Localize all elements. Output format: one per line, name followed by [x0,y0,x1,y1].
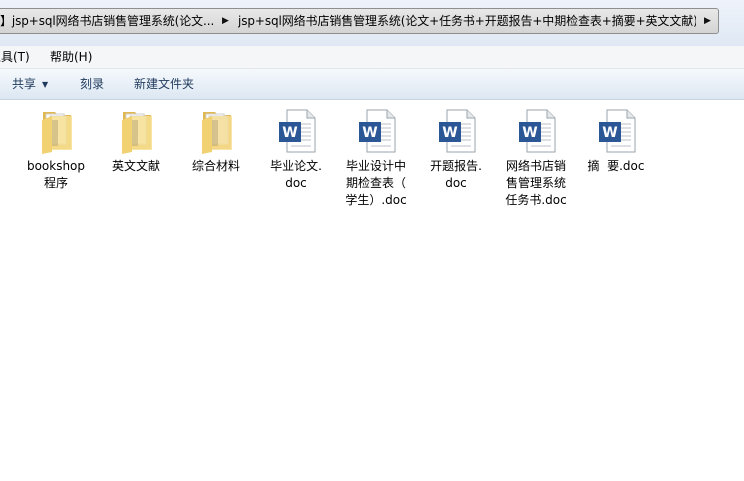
share-button[interactable]: 共享 ▼ [12,69,48,99]
command-bar: 共享 ▼ 刻录 新建文件夹 [0,69,744,100]
folder-icon [31,106,81,156]
dropdown-arrow-icon: ▼ [42,80,49,89]
svg-text:W: W [602,125,617,141]
file-item-midterm-check[interactable]: W 毕业设计中 期检查表（ 学生）.doc [340,106,412,209]
file-name: bookshop 程序 [26,159,86,190]
word-document-icon: W [591,106,641,156]
file-item-proposal[interactable]: W 开题报告. doc [420,106,492,192]
menu-help[interactable]: 帮助(H) [50,46,92,68]
file-name: 摘 要.doc [587,159,645,173]
address-bar: 】jsp+sql网络书店销售管理系统(论文... ▶ jsp+sql网络书店销售… [0,0,744,46]
svg-text:W: W [362,125,377,141]
file-name: 网络书店销 售管理系统 任务书.doc [505,159,567,207]
share-label: 共享 [12,77,37,91]
file-item-english-literature[interactable]: 英文文献 [100,106,172,175]
word-document-icon: W [351,106,401,156]
folder-icon [111,106,161,156]
file-item-abstract[interactable]: W 摘 要.doc [580,106,652,175]
svg-text:W: W [522,125,537,141]
svg-text:W: W [282,125,297,141]
folder-icon [191,106,241,156]
file-name: 英文文献 [111,159,160,173]
svg-text:W: W [442,125,457,141]
file-name: 毕业论文. doc [270,159,322,190]
breadcrumb[interactable]: 】jsp+sql网络书店销售管理系统(论文... ▶ jsp+sql网络书店销售… [0,8,719,34]
breadcrumb-arrow-icon[interactable]: ▶ [222,9,229,33]
new-folder-button[interactable]: 新建文件夹 [134,69,194,99]
file-name: 综合材料 [191,159,240,173]
file-item-thesis[interactable]: W 毕业论文. doc [260,106,332,192]
menu-tools[interactable]: 工具(T) [0,46,30,68]
word-document-icon: W [511,106,561,156]
breadcrumb-segment-current[interactable]: jsp+sql网络书店销售管理系统(论文+任务书+开题报告+中期检查表+摘要+英… [238,9,696,33]
breadcrumb-arrow-icon[interactable]: ▶ [704,9,711,33]
breadcrumb-segment-parent[interactable]: 】jsp+sql网络书店销售管理系统(论文... [0,9,214,33]
file-view: bookshop 程序 英文文献 综合材料 W 毕业论文. doc W 毕业设计… [0,100,744,481]
file-item-assignment[interactable]: W 网络书店销 售管理系统 任务书.doc [500,106,572,209]
word-document-icon: W [271,106,321,156]
menu-bar: 工具(T) 帮助(H) [0,46,744,69]
file-name: 开题报告. doc [430,159,482,190]
file-name: 毕业设计中 期检查表（ 学生）.doc [345,159,407,207]
burn-button[interactable]: 刻录 [80,69,104,99]
word-document-icon: W [431,106,481,156]
file-item-materials[interactable]: 综合材料 [180,106,252,175]
file-item-bookshop[interactable]: bookshop 程序 [20,106,92,192]
